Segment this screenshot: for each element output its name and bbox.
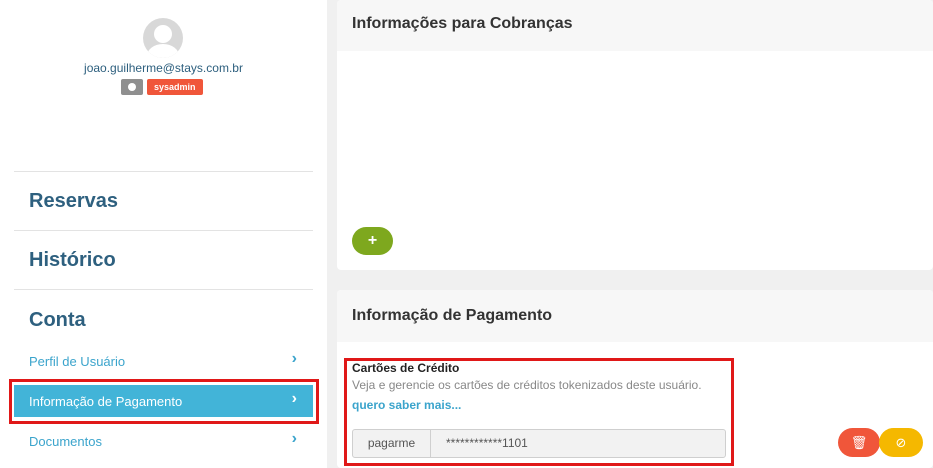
nav-historico[interactable]: Histórico (29, 249, 116, 272)
sidebar-item-label: Documentos (29, 434, 102, 449)
highlight-box-cards (344, 358, 734, 466)
nav-divider (14, 230, 313, 231)
block-card-button[interactable]: ⊘ (879, 428, 923, 457)
nav-reservas[interactable]: Reservas (29, 190, 118, 213)
sidebar-item-perfil[interactable]: Perfil de Usuário › (14, 345, 313, 377)
delete-card-button[interactable]: 🗑 (838, 428, 880, 457)
billing-title: Informações para Cobranças (337, 0, 933, 51)
payment-title: Informação de Pagamento (337, 290, 933, 342)
role-badge: sysadmin (147, 79, 203, 95)
chevron-right-icon: › (291, 350, 297, 367)
sidebar: joao.guilherme@stays.com.br sysadmin Res… (0, 0, 327, 468)
avatar-body-shape (147, 44, 179, 58)
user-badges: sysadmin (121, 79, 203, 95)
user-email: joao.guilherme@stays.com.br (84, 61, 243, 75)
globe-icon (121, 79, 143, 95)
sidebar-item-documentos[interactable]: Documentos › (14, 425, 313, 457)
nav-divider (14, 289, 313, 290)
sidebar-item-label: Perfil de Usuário (29, 354, 126, 369)
add-billing-button[interactable]: + (352, 227, 393, 255)
trash-icon: 🗑 (850, 435, 868, 450)
avatar[interactable] (143, 18, 183, 58)
nav-divider (14, 171, 313, 172)
nav-conta[interactable]: Conta (29, 309, 86, 332)
block-icon: ⊘ (895, 435, 907, 450)
avatar-head-shape (154, 25, 172, 43)
chevron-right-icon: › (291, 430, 297, 447)
billing-panel: Informações para Cobranças + (337, 0, 933, 270)
highlight-box-nav (9, 379, 319, 424)
